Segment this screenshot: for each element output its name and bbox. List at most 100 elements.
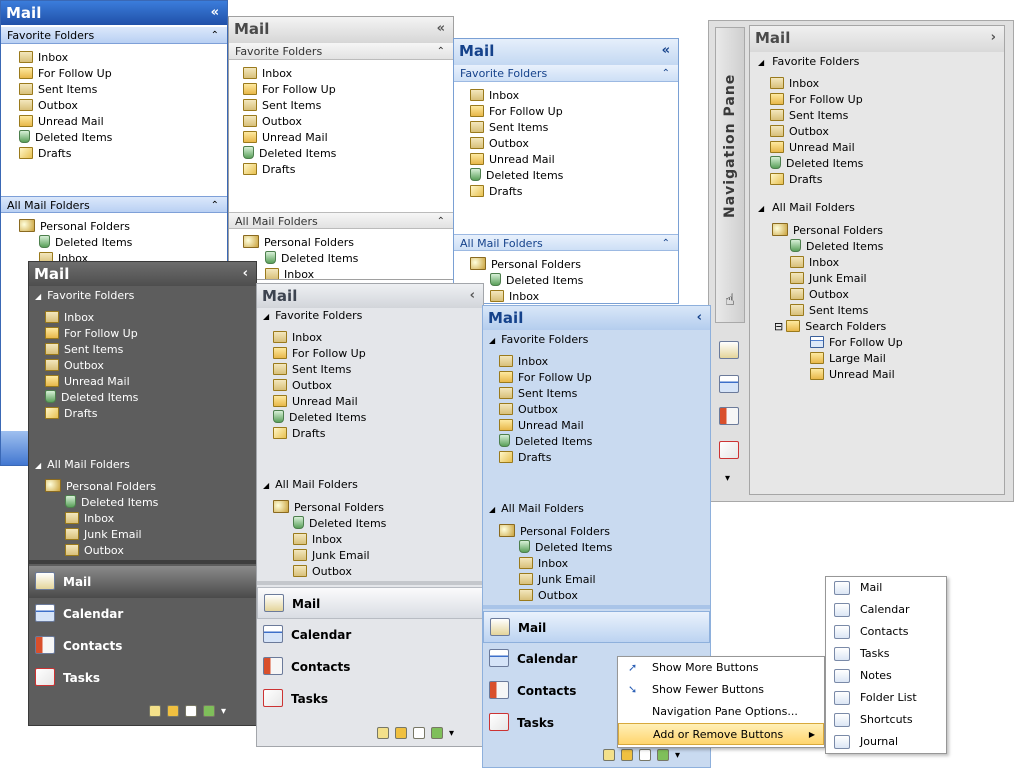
folder-sent[interactable]: Sent Items xyxy=(19,82,97,98)
all-mail-folders-header[interactable]: ◢ All Mail Folders xyxy=(35,457,130,473)
journal-icon[interactable] xyxy=(203,705,215,717)
tree-deleted[interactable]: Deleted Items xyxy=(65,495,158,511)
folder-deleted[interactable]: Deleted Items xyxy=(243,146,336,162)
personal-folders[interactable]: Personal Folders xyxy=(19,219,130,235)
collapse-section-icon[interactable]: ⌃ xyxy=(662,235,670,252)
mail-button[interactable]: Mail xyxy=(257,587,483,619)
folder-sent[interactable]: Sent Items xyxy=(45,342,123,358)
folder-drafts[interactable]: Drafts xyxy=(273,426,325,442)
configure-chevron[interactable]: ▾ xyxy=(725,473,730,484)
folder-deleted[interactable]: Deleted Items xyxy=(499,434,592,450)
collapse-section-icon[interactable]: ⌃ xyxy=(662,65,670,82)
folder-drafts[interactable]: Drafts xyxy=(770,172,822,188)
folder-outbox[interactable]: Outbox xyxy=(470,136,529,152)
collapse-pane-button[interactable]: « xyxy=(211,1,219,25)
submenu-shortcuts[interactable]: Shortcuts xyxy=(826,709,946,731)
tasks-button[interactable]: Tasks xyxy=(29,662,256,694)
menu-pane-options[interactable]: Navigation Pane Options... xyxy=(618,701,824,723)
contacts-button[interactable]: Contacts xyxy=(257,651,483,683)
favorite-folders-header[interactable]: Favorite Folders ⌃ xyxy=(454,65,678,82)
favorite-folders-header[interactable]: ◢ Favorite Folders xyxy=(35,288,134,304)
tree-deleted[interactable]: Deleted Items xyxy=(39,235,132,251)
folder-sent[interactable]: Sent Items xyxy=(470,120,548,136)
folder-drafts[interactable]: Drafts xyxy=(19,146,71,162)
personal-folders[interactable]: Personal Folders xyxy=(772,223,883,239)
shortcuts-icon[interactable] xyxy=(413,727,425,739)
tree-outbox[interactable]: Outbox xyxy=(790,287,849,303)
tasks-button[interactable]: Tasks xyxy=(257,683,483,715)
tree-deleted[interactable]: Deleted Items xyxy=(790,239,883,255)
submenu-mail[interactable]: Mail xyxy=(826,577,946,599)
notes-icon[interactable] xyxy=(377,727,389,739)
splitter[interactable] xyxy=(29,560,256,564)
favorite-folders-header[interactable]: ◢ Favorite Folders xyxy=(263,308,362,324)
tree-inbox[interactable]: Inbox xyxy=(293,532,342,548)
favorite-folders-header[interactable]: ◢ Favorite Folders xyxy=(758,54,859,70)
tree-outbox[interactable]: Outbox xyxy=(519,588,578,604)
notes-icon[interactable] xyxy=(603,749,615,761)
all-mail-folders-header[interactable]: ◢ All Mail Folders xyxy=(489,501,584,517)
folder-deleted[interactable]: Deleted Items xyxy=(19,130,112,146)
folder-unread[interactable]: Unread Mail xyxy=(273,394,358,410)
folder-drafts[interactable]: Drafts xyxy=(499,450,551,466)
all-mail-folders-header[interactable]: All Mail Folders ⌃ xyxy=(229,212,453,229)
folder-outbox[interactable]: Outbox xyxy=(499,402,558,418)
folder-sent[interactable]: Sent Items xyxy=(243,98,321,114)
shortcuts-icon[interactable] xyxy=(639,749,651,761)
collapse-section-icon[interactable]: ⌃ xyxy=(211,197,219,214)
collapse-pane-button[interactable]: « xyxy=(662,39,670,63)
folder-sent[interactable]: Sent Items xyxy=(499,386,577,402)
tree-minus-icon[interactable]: ⊟ xyxy=(774,320,783,333)
folder-outbox[interactable]: Outbox xyxy=(19,98,78,114)
notes-icon[interactable] xyxy=(149,705,161,717)
configure-chevron[interactable]: ▾ xyxy=(675,750,680,761)
collapse-pane-button[interactable]: ‹ xyxy=(243,262,248,286)
submenu-calendar[interactable]: Calendar xyxy=(826,599,946,621)
collapse-section-icon[interactable]: ⌃ xyxy=(211,27,219,44)
collapse-pane-button[interactable]: ‹ xyxy=(470,284,475,308)
folder-unread[interactable]: Unread Mail xyxy=(770,140,855,156)
tree-follow-up[interactable]: For Follow Up xyxy=(810,335,903,351)
all-mail-folders-header[interactable]: ◢ All Mail Folders xyxy=(758,200,855,216)
collapse-section-icon[interactable]: ⌃ xyxy=(437,213,445,230)
folder-follow-up[interactable]: For Follow Up xyxy=(19,66,112,82)
folder-follow-up[interactable]: For Follow Up xyxy=(470,104,563,120)
tree-inbox[interactable]: Inbox xyxy=(265,267,314,279)
mail-button[interactable]: Mail xyxy=(483,611,710,643)
collapse-section-icon[interactable]: ⌃ xyxy=(437,43,445,60)
calendar-button[interactable]: Calendar xyxy=(257,619,483,651)
folder-sent[interactable]: Sent Items xyxy=(273,362,351,378)
tree-search-folders[interactable]: ⊟ Search Folders xyxy=(774,319,886,335)
personal-folders[interactable]: Personal Folders xyxy=(470,257,581,273)
menu-show-fewer[interactable]: ➘ Show Fewer Buttons xyxy=(618,679,824,701)
folder-sent[interactable]: Sent Items xyxy=(770,108,848,124)
journal-icon[interactable] xyxy=(431,727,443,739)
folder-inbox[interactable]: Inbox xyxy=(19,50,68,66)
folder-drafts[interactable]: Drafts xyxy=(470,184,522,200)
collapse-pane-button[interactable]: « xyxy=(437,17,445,41)
tree-deleted[interactable]: Deleted Items xyxy=(265,251,358,267)
folder-unread[interactable]: Unread Mail xyxy=(499,418,584,434)
all-mail-folders-header[interactable]: All Mail Folders ⌃ xyxy=(1,196,227,213)
tree-junk[interactable]: Junk Email xyxy=(293,548,370,564)
folder-unread[interactable]: Unread Mail xyxy=(19,114,104,130)
tree-sent[interactable]: Sent Items xyxy=(790,303,868,319)
folder-inbox[interactable]: Inbox xyxy=(45,310,94,326)
tree-inbox[interactable]: Inbox xyxy=(790,255,839,271)
menu-add-remove[interactable]: Add or Remove Buttons ▶ xyxy=(618,723,824,745)
configure-chevron[interactable]: ▾ xyxy=(449,728,454,739)
menu-show-more[interactable]: ➚ Show More Buttons xyxy=(618,657,824,679)
tree-deleted[interactable]: Deleted Items xyxy=(519,540,612,556)
mail-mini-button[interactable] xyxy=(719,341,739,359)
submenu-journal[interactable]: Journal xyxy=(826,731,946,753)
all-mail-folders-header[interactable]: All Mail Folders ⌃ xyxy=(454,234,678,251)
expand-pane-button[interactable]: › xyxy=(991,26,996,50)
tree-unread-mail[interactable]: Unread Mail xyxy=(810,367,895,383)
folder-follow-up[interactable]: For Follow Up xyxy=(243,82,336,98)
contacts-mini-button[interactable] xyxy=(719,407,739,425)
journal-icon[interactable] xyxy=(657,749,669,761)
folder-deleted[interactable]: Deleted Items xyxy=(45,390,138,406)
folder-drafts[interactable]: Drafts xyxy=(45,406,97,422)
favorite-folders-header[interactable]: ◢ Favorite Folders xyxy=(489,332,588,348)
folder-drafts[interactable]: Drafts xyxy=(243,162,295,178)
